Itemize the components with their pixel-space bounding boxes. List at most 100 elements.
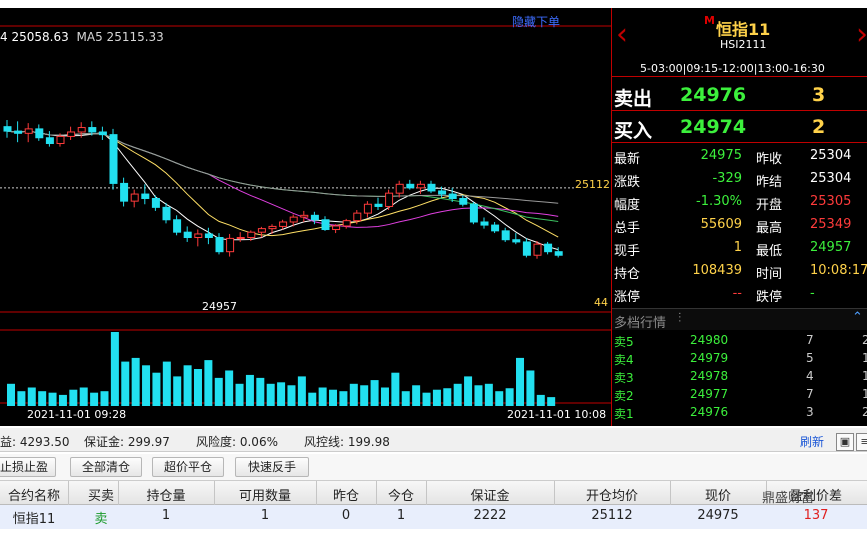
depth-level-label: 卖5 (614, 335, 634, 349)
candle-body (427, 183, 436, 192)
column-header[interactable]: 合约名称 (0, 485, 68, 504)
position-panel: 益: 4293.50 保证金: 299.97 风险度: 0.06% 风控线: 1… (0, 426, 867, 534)
depth-volume: 7 (806, 333, 814, 347)
candle-body (236, 237, 245, 239)
depth-extra: 1 (862, 351, 867, 365)
depth-row[interactable]: 卖1 24976 3 2 (612, 404, 867, 422)
depth-title: 多档行情 (614, 316, 667, 331)
candle-body (98, 131, 107, 136)
candle-body (448, 193, 457, 199)
equity-value: 益: 4293.50 (0, 435, 70, 449)
stat-value: - (810, 286, 815, 301)
kline-chart[interactable]: 隐藏下单 4 25058.63 MA5 25115.33 25112 44 24… (0, 8, 611, 426)
stat-label: 持仓 (614, 267, 641, 282)
candle-body (554, 251, 563, 256)
stat-label: 时间 (756, 267, 783, 282)
table-row[interactable]: 恒指11 卖 1 1 0 1 2222 25112 24975 137 (0, 505, 867, 529)
price-line-label: 25112 (575, 178, 610, 191)
settings-icon[interactable]: ≡ (856, 433, 867, 451)
column-header[interactable]: 持仓量 (118, 485, 214, 504)
column-header[interactable]: 可用数量 (214, 485, 316, 504)
candle-body (342, 220, 351, 227)
column-header[interactable]: 开仓均价 (554, 485, 670, 504)
ma5-line (6, 130, 559, 251)
column-divider (68, 481, 69, 506)
candle-body (77, 127, 86, 133)
volume-bar (391, 372, 400, 406)
table-header: 合约名称 买卖 持仓量 可用数量 昨仓 今仓 保证金 开仓均价 现价 盈利价差 (0, 480, 867, 506)
trading-session: 5-03:00|09:15-12:00|13:00-16:30 (640, 62, 825, 75)
lock-icon[interactable]: ▣ (836, 433, 854, 451)
stat-label: 幅度 (614, 198, 641, 213)
table-cell: 恒指11 (12, 512, 56, 527)
stat-value: -329 (712, 171, 742, 186)
buy-label: 买入 (614, 120, 653, 142)
over-price-close-button[interactable]: 超价平仓 (152, 457, 224, 477)
stat-label: 昨结 (756, 175, 783, 190)
volume-bar (256, 377, 265, 406)
risk-control-value: 风控线: 199.98 (304, 435, 390, 449)
stat-label: 开盘 (756, 198, 783, 213)
sell-price[interactable]: 24976 (680, 84, 746, 106)
depth-header[interactable]: 多档行情 ⫶ ⌃ (612, 308, 867, 331)
volume-bar (380, 387, 389, 406)
volume-bar (225, 370, 234, 406)
double-chevron-down-icon[interactable]: ⫶ (678, 311, 681, 326)
volume-bar (142, 365, 151, 406)
candle-body (522, 241, 531, 256)
column-header[interactable]: 保证金 (426, 485, 554, 504)
column-divider (214, 481, 215, 506)
refresh-button[interactable]: 刷新 (800, 433, 824, 450)
stat-value: 25305 (810, 194, 852, 209)
stat-label: 昨收 (756, 152, 783, 167)
volume-bar (308, 392, 317, 406)
column-divider (316, 481, 317, 506)
stat-label: 总手 (614, 221, 641, 236)
column-divider (554, 481, 555, 506)
depth-level-label: 卖2 (614, 389, 634, 403)
depth-level-label: 卖4 (614, 353, 634, 367)
column-header[interactable]: 昨仓 (316, 485, 376, 504)
depth-row[interactable]: 卖5 24980 7 2 (612, 332, 867, 350)
stat-label: 最低 (756, 244, 783, 259)
column-header[interactable]: 现价 (670, 485, 766, 504)
hide-order-link[interactable]: 隐藏下单 (512, 13, 560, 30)
depth-level-label: 卖1 (614, 407, 634, 421)
contract-code: HSI2111 (720, 38, 767, 51)
depth-row[interactable]: 卖3 24978 4 1 (612, 368, 867, 386)
stat-label: 跌停 (756, 290, 783, 305)
buy-price[interactable]: 24974 (680, 116, 746, 138)
quick-reverse-button[interactable]: 快速反手 (235, 457, 309, 477)
candle-body (416, 183, 425, 189)
volume-bar (349, 383, 358, 406)
stat-value: 25349 (810, 217, 852, 232)
next-contract-icon[interactable]: › (856, 20, 867, 50)
candle-body (162, 206, 171, 221)
quote-panel: ‹ M 恒指11 HSI2111 › 5-03:00|09:15-12:00|1… (611, 8, 867, 426)
candle-body (257, 228, 266, 233)
candle-body (3, 126, 12, 132)
volume-bar (526, 370, 535, 406)
depth-volume: 4 (806, 369, 814, 383)
chevron-up-icon[interactable]: ⌃ (852, 310, 863, 325)
candle-body (533, 243, 542, 256)
column-header[interactable]: 今仓 (376, 485, 426, 504)
volume-bar (516, 357, 525, 406)
contract-name: 恒指11 (716, 20, 771, 39)
candle-body (544, 243, 553, 253)
stop-loss-button[interactable]: 止损止盈 (0, 457, 56, 477)
close-all-button[interactable]: 全部清仓 (70, 457, 142, 477)
depth-row[interactable]: 卖4 24979 5 1 (612, 350, 867, 368)
stat-value: 24957 (810, 240, 852, 255)
candle-body (151, 197, 160, 208)
candle-body (24, 128, 33, 134)
table-cell: 25112 (591, 508, 633, 523)
stat-row: 总手 55609 最高 25349 (612, 214, 867, 237)
stat-row: 涨跌 -329 昨结 25304 (612, 168, 867, 191)
depth-row[interactable]: 卖2 24977 7 1 (612, 386, 867, 404)
prev-contract-icon[interactable]: ‹ (616, 20, 628, 50)
ma-prefix-value: 4 25058.63 (0, 30, 69, 44)
time-start-label: 2021-11-01 09:28 (27, 408, 127, 421)
candle-body (385, 192, 394, 207)
candle-body (204, 233, 213, 239)
